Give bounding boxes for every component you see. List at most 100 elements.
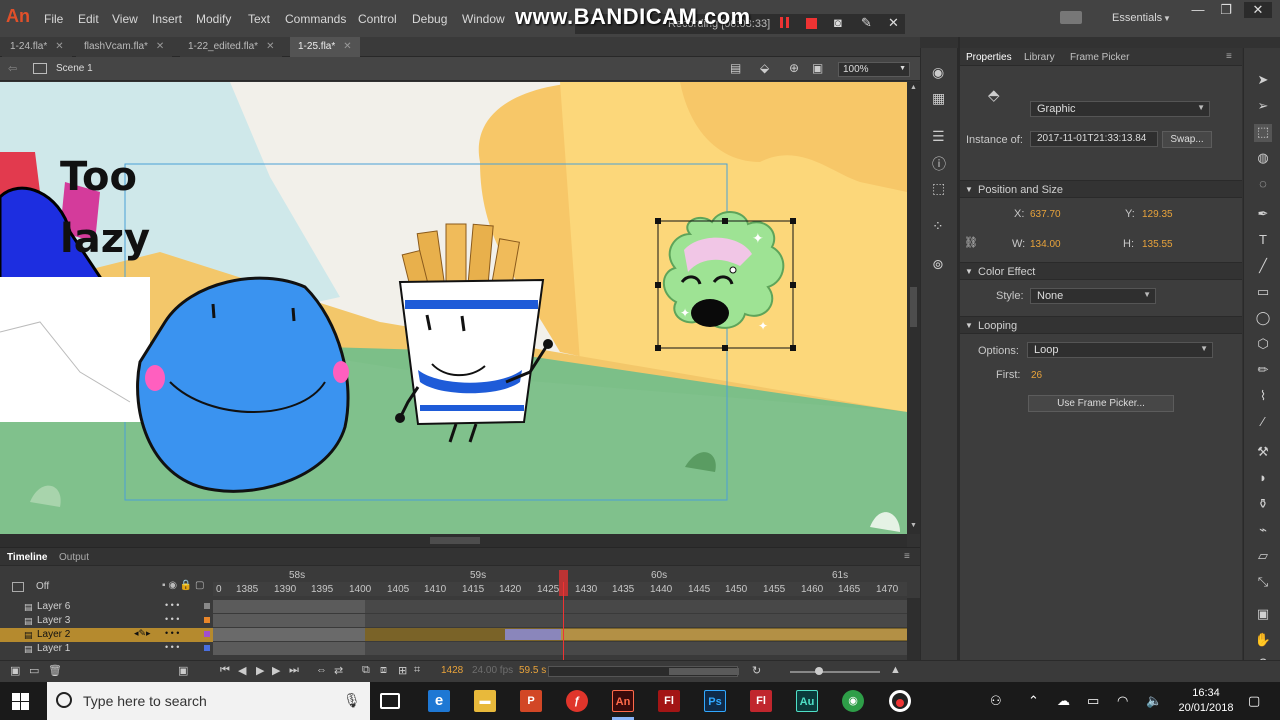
first-frame-value[interactable]: 26	[1031, 370, 1042, 381]
pen-tool-icon[interactable]: ✒	[1254, 206, 1272, 224]
close-icon[interactable]: ✕	[343, 41, 351, 52]
menu-text[interactable]: Text	[248, 12, 270, 26]
panel-menu-icon[interactable]: ≡	[1226, 51, 1232, 62]
zoom-select[interactable]: 100% ▼	[838, 62, 910, 77]
3d-rotation-tool-icon[interactable]: ◍	[1254, 150, 1272, 168]
cc-libraries-icon[interactable]: ⊚	[932, 256, 944, 273]
tab-output[interactable]: Output	[59, 552, 89, 563]
frame-row[interactable]	[213, 600, 907, 614]
next-frame-icon[interactable]: ▶	[272, 664, 280, 677]
pencil-icon[interactable]: ✎	[861, 15, 872, 31]
transform-panel-icon[interactable]: ⬚	[932, 180, 945, 197]
transform-icon[interactable]: ⬙	[760, 61, 769, 75]
oval-tool-icon[interactable]: ◯	[1254, 310, 1272, 328]
battery-icon[interactable]: ▭	[1087, 693, 1099, 709]
menu-insert[interactable]: Insert	[152, 12, 182, 26]
camera-icon[interactable]: ◙	[834, 15, 842, 30]
x-value[interactable]: 637.70	[1030, 209, 1061, 220]
free-transform-tool-icon[interactable]: ⬚	[1254, 124, 1272, 142]
refresh-icon[interactable]: ↻	[752, 664, 761, 677]
bone-tool-icon[interactable]: ⚒	[1254, 444, 1272, 462]
subselection-tool-icon[interactable]: ➢	[1254, 98, 1272, 116]
components-icon[interactable]: ⁘	[932, 218, 944, 235]
rectangle-tool-icon[interactable]: ▭	[1254, 284, 1272, 302]
show-hidden-icons[interactable]: ⌃	[1028, 693, 1039, 709]
start-icon[interactable]	[12, 693, 29, 710]
menu-view[interactable]: View	[112, 12, 138, 26]
edge-icon[interactable]: e	[428, 690, 450, 712]
tab-flashvcam[interactable]: flashVcam.fla* ✕	[76, 37, 173, 57]
zoom-slider[interactable]	[790, 671, 880, 673]
onion-skin-icon[interactable]: ⧉	[362, 664, 370, 677]
layer-row[interactable]: ▤ Layer 6 • • •	[0, 600, 213, 614]
onedrive-icon[interactable]: ☁	[1057, 693, 1070, 709]
animate-icon[interactable]: An	[612, 690, 634, 712]
tab-1-24[interactable]: 1-24.fla* ✕	[2, 37, 72, 57]
chevron-down-icon[interactable]: ▼	[1163, 14, 1171, 23]
clip-content-icon[interactable]: ▣	[812, 61, 823, 75]
color-effect-section[interactable]: ▼ Color Effect	[960, 262, 1242, 280]
volume-icon[interactable]: 🔈	[1146, 693, 1162, 709]
layer-toggles[interactable]: • • •	[165, 628, 179, 638]
microphone-icon[interactable]: 🎙	[343, 692, 361, 709]
h-value[interactable]: 135.55	[1142, 239, 1173, 250]
sync-icon[interactable]	[1060, 11, 1082, 24]
minimize-icon[interactable]: —	[1184, 2, 1212, 18]
loop-options-select[interactable]: Loop ▼	[1027, 342, 1213, 358]
scroll-thumb[interactable]	[669, 668, 739, 675]
edit-multiple-icon[interactable]: ⊞	[398, 664, 407, 677]
stage-canvas[interactable]: Too lazy ✦ ✦ ✦	[0, 82, 907, 534]
menu-modify[interactable]: Modify	[196, 12, 231, 26]
close-icon[interactable]: ✕	[266, 41, 274, 52]
swap-button[interactable]: Swap...	[1162, 131, 1212, 148]
frame-row[interactable]	[213, 614, 907, 628]
powerpoint-icon[interactable]: P	[520, 690, 542, 712]
last-frame-icon[interactable]: ⏭	[289, 664, 299, 677]
people-icon[interactable]: ⚇	[990, 693, 1002, 709]
tab-1-25[interactable]: 1-25.fla* ✕	[290, 37, 360, 57]
camera-icon[interactable]: ▣	[178, 664, 188, 677]
grid-icon[interactable]: ▦	[932, 90, 945, 107]
loop-icon[interactable]: ⇄	[334, 664, 343, 677]
pencil-tool-icon[interactable]: ✏	[1254, 362, 1272, 380]
task-view-icon[interactable]	[380, 693, 400, 709]
scroll-down-icon[interactable]: ▼	[910, 522, 917, 529]
wifi-icon[interactable]: ◠	[1117, 693, 1128, 709]
link-icon[interactable]: ⛓	[964, 236, 978, 249]
menu-window[interactable]: Window	[462, 12, 505, 26]
eraser-tool-icon[interactable]: ▱	[1254, 548, 1272, 566]
search-input[interactable]: Type here to search 🎙	[47, 682, 370, 720]
camera-tool-icon[interactable]: ▣	[1254, 606, 1272, 624]
pause-icon[interactable]	[780, 17, 789, 28]
flash-icon[interactable]: Fl	[658, 690, 680, 712]
position-size-section[interactable]: ▼ Position and Size	[960, 180, 1242, 198]
ink-bottle-tool-icon[interactable]: ⚱	[1254, 496, 1272, 514]
line-tool-icon[interactable]: ╱	[1254, 258, 1272, 276]
flash-player-icon[interactable]: ƒ	[566, 690, 588, 712]
lasso-tool-icon[interactable]: ◌	[1254, 176, 1272, 194]
frame-row[interactable]	[213, 628, 907, 642]
zoom-slider-handle[interactable]	[815, 667, 823, 675]
selection-tool-icon[interactable]: ➤	[1254, 72, 1272, 90]
frame-rate[interactable]: 24.00 fps	[472, 665, 513, 676]
panel-menu-icon[interactable]: ≡	[904, 551, 910, 562]
first-frame-icon[interactable]: ⏮	[220, 664, 230, 677]
frame-row[interactable]	[213, 642, 907, 656]
menu-debug[interactable]: Debug	[412, 12, 447, 26]
scroll-thumb[interactable]	[430, 537, 480, 544]
stop-icon[interactable]	[806, 18, 817, 29]
align-icon[interactable]: ☰	[932, 128, 945, 145]
audition-icon[interactable]: Au	[796, 690, 818, 712]
looping-section[interactable]: ▼ Looping	[960, 316, 1242, 334]
instance-name-field[interactable]: 2017-11-01T21:33:13.84	[1030, 131, 1158, 147]
onion-skin-icon[interactable]	[12, 582, 24, 592]
eyedropper-tool-icon[interactable]: ⌁	[1254, 522, 1272, 540]
delete-layer-icon[interactable]: 🗑	[48, 664, 62, 677]
scroll-up-icon[interactable]: ▲	[910, 84, 917, 91]
text-tool-icon[interactable]: T	[1254, 232, 1272, 250]
notifications-icon[interactable]: ▢	[1248, 693, 1260, 709]
zoom-in-icon[interactable]: ▲	[890, 664, 901, 676]
layer-row[interactable]: ▤ Layer 3 • • •	[0, 614, 213, 628]
tab-1-22-edited[interactable]: 1-22_edited.fla* ✕	[180, 37, 283, 57]
previous-frame-icon[interactable]: ◀	[238, 664, 246, 677]
